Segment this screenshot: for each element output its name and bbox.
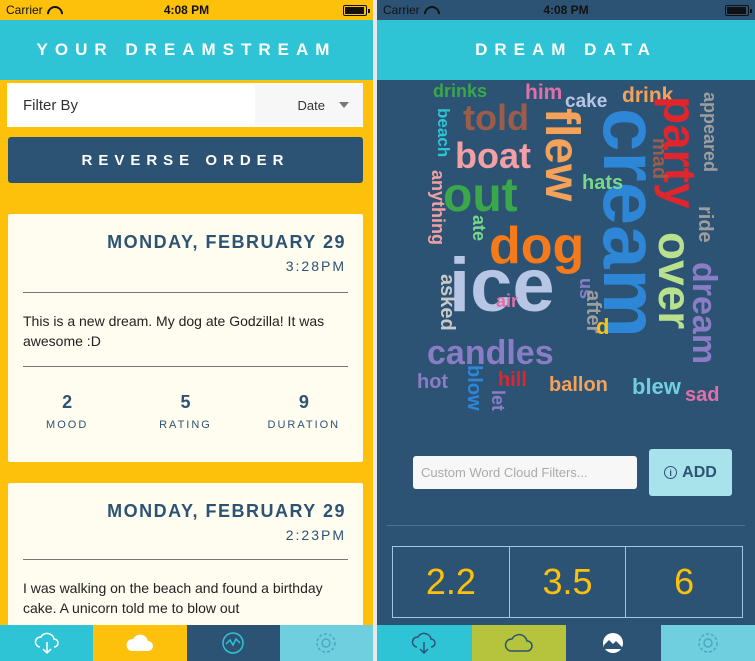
carrier-label: Carrier (6, 3, 43, 17)
tab-upload[interactable] (377, 625, 472, 661)
word-cloud-word: anything (428, 170, 448, 245)
status-bar: Carrier 4:08 PM (0, 0, 373, 20)
stat-label: MOOD (46, 419, 89, 431)
word-cloud-word: ate (469, 215, 489, 242)
divider (23, 292, 348, 293)
tab-upload[interactable] (0, 625, 94, 661)
dream-date: MONDAY, FEBRUARY 29 (107, 501, 346, 521)
tab-bar (377, 625, 755, 661)
dream-text: I was walking on the beach and found a b… (23, 580, 323, 616)
cloud-icon (126, 634, 153, 651)
dreamstream-screen: Carrier 4:08 PM YOUR DREAMSTREAM Filter … (0, 0, 373, 661)
word-cloud-word: beach (434, 108, 453, 158)
stat-value: 5 (180, 392, 191, 412)
word-cloud-word: hill (498, 369, 527, 391)
metric-mood: 2.2 (393, 547, 510, 617)
tab-settings[interactable] (279, 625, 373, 661)
add-label: ADD (682, 463, 717, 481)
stat-value: 9 (298, 392, 309, 412)
tab-data[interactable] (566, 625, 661, 661)
carrier: Carrier (6, 3, 59, 17)
battery-icon (725, 4, 752, 16)
dream-card[interactable]: MONDAY, FEBRUARY 29 3:28PM This is a new… (8, 214, 363, 462)
word-cloud-word: d (596, 314, 610, 339)
word-cloud-word: blew (632, 374, 681, 399)
filter-value: Date (297, 97, 325, 113)
carrier: Carrier (383, 3, 436, 17)
wifi-icon (47, 6, 59, 15)
tab-stream[interactable] (93, 625, 187, 661)
metric-duration: 6 (674, 561, 695, 602)
word-cloud-word: out (443, 169, 518, 222)
dream-data-screen: Carrier 4:08 PM DREAM DATA drinks him cake… (377, 0, 755, 661)
reverse-order-button[interactable]: REVERSE ORDER (8, 137, 363, 183)
word-cloud-word: asked (436, 274, 458, 331)
word-cloud-word: hot (417, 371, 449, 393)
word-cloud-word: air (496, 291, 519, 311)
word-cloud-word: flew (535, 108, 588, 202)
wave-icon (603, 633, 624, 653)
dream-date: MONDAY, FEBRUARY 29 (107, 232, 346, 252)
carrier-label: Carrier (383, 3, 420, 17)
word-cloud-word: hats (582, 172, 624, 194)
cloud-icon (504, 633, 533, 652)
word-cloud-word: let (488, 390, 508, 412)
word-cloud-word: him (525, 81, 563, 104)
status-bar: Carrier 4:08 PM (377, 0, 755, 20)
battery-icon (343, 4, 370, 16)
nav-bar: DREAM DATA (377, 20, 755, 80)
word-cloud-word: mad (648, 138, 670, 180)
cloud-download-icon (34, 632, 59, 654)
word-filter-input[interactable] (413, 456, 637, 489)
nav-bar: YOUR DREAMSTREAM (0, 20, 373, 80)
filter-bar: Filter By Date (7, 83, 363, 127)
word-cloud-word: ballon (549, 374, 608, 396)
metric-rating: 3.5 (510, 547, 627, 617)
chart-icon (222, 632, 244, 654)
divider (23, 559, 348, 560)
tab-settings[interactable] (660, 625, 755, 661)
gear-icon (698, 633, 718, 653)
divider (387, 525, 745, 526)
info-icon: i (664, 466, 678, 479)
page-title: DREAM DATA (475, 40, 657, 59)
wifi-icon (424, 6, 436, 15)
dream-stats: 2 MOOD 5 RATING 9 DURATION (8, 392, 363, 431)
word-cloud-word: ice (449, 243, 555, 328)
word-cloud-word: told (463, 97, 529, 138)
dream-text: This is a new dream. My dog ate Godzilla… (23, 313, 325, 349)
chevron-down-icon (339, 102, 349, 108)
tab-stream[interactable] (471, 625, 566, 661)
tab-data[interactable] (186, 625, 280, 661)
stat-label: DURATION (267, 419, 341, 431)
filter-label: Filter By (23, 96, 79, 114)
metrics-row: 2.2 3.5 6 (392, 546, 743, 618)
tab-bar (0, 625, 373, 661)
stat-value: 2 (62, 392, 73, 412)
add-filter-button[interactable]: i ADD (649, 449, 732, 496)
word-cloud: drinks him cake drink appeared told flew cream p… (377, 80, 755, 425)
dream-time: 2:23PM (285, 527, 346, 543)
word-cloud-word: blow (463, 365, 485, 411)
word-cloud-word: dream (685, 262, 723, 365)
divider (23, 366, 348, 367)
stat-label: RATING (159, 419, 212, 431)
word-cloud-word: sad (685, 384, 720, 406)
stat-duration: 9 DURATION (245, 392, 363, 431)
dream-time: 3:28PM (285, 258, 346, 274)
page-title: YOUR DREAMSTREAM (36, 40, 337, 59)
stat-rating: 5 RATING (126, 392, 244, 431)
stat-mood: 2 MOOD (8, 392, 126, 431)
dream-card[interactable]: MONDAY, FEBRUARY 29 2:23PM I was walking… (8, 483, 363, 643)
gear-icon (316, 633, 337, 653)
filter-select[interactable]: Date (255, 85, 363, 125)
word-cloud-word: candles (427, 334, 554, 372)
cloud-download-icon (411, 632, 436, 654)
